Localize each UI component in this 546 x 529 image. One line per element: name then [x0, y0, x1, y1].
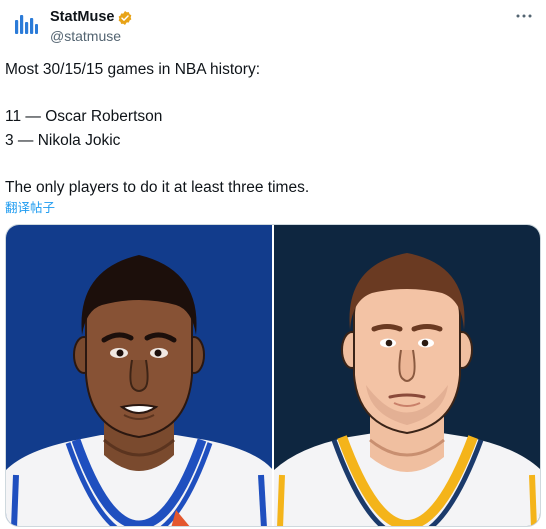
player-illustration-jokic	[274, 253, 540, 526]
statmuse-logo-icon	[15, 15, 38, 34]
tweet-text-line: 3 — Nikola Jokic	[5, 131, 121, 149]
tweet-text-line: 11 — Oscar Robertson	[5, 108, 163, 125]
author-display-name[interactable]: StatMuse	[50, 9, 114, 26]
author-name-row[interactable]: StatMuse	[50, 9, 133, 26]
tweet-text: Most 30/15/15 games in NBA history: 11 —…	[5, 58, 525, 199]
author-handle[interactable]: @statmuse	[50, 27, 133, 45]
media-image-right[interactable]	[274, 225, 540, 526]
translate-post-link[interactable]: 翻译帖子	[5, 197, 55, 216]
media-image-left[interactable]	[6, 225, 272, 526]
tweet-header: StatMuse @statmuse	[8, 6, 538, 46]
media-grid[interactable]	[5, 224, 541, 527]
player-illustration-robertson	[6, 255, 272, 526]
tweet-text-line: Most 30/15/15 games in NBA history:	[5, 61, 261, 78]
tweet-text-line: The only players to do it at least three…	[5, 178, 310, 196]
avatar[interactable]	[8, 6, 44, 42]
more-horizontal-icon	[516, 14, 532, 18]
more-options-button[interactable]	[514, 8, 534, 24]
verified-badge-icon	[119, 10, 132, 25]
